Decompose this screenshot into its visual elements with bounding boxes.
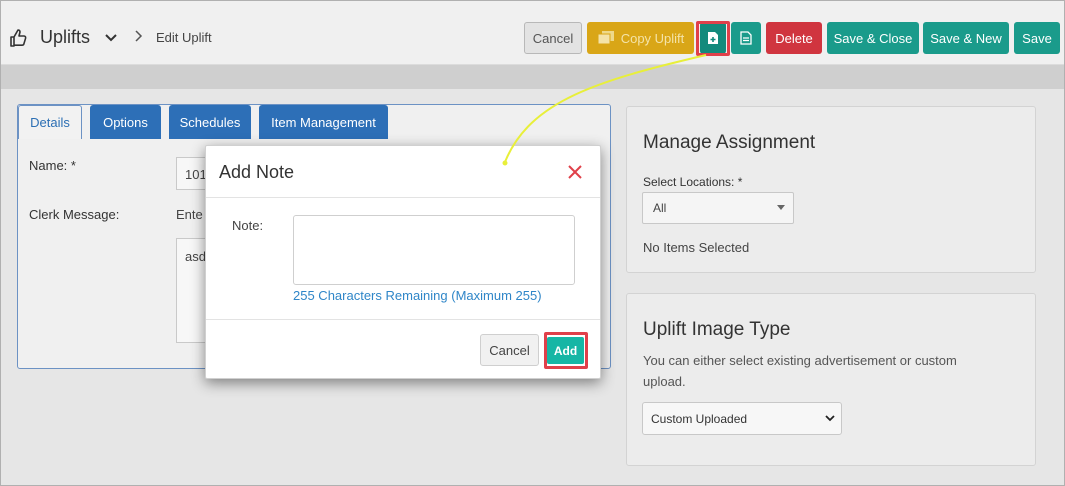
breadcrumb: Edit Uplift xyxy=(156,30,212,45)
locations-select-value: All xyxy=(653,201,667,215)
caret-down-icon xyxy=(777,205,785,210)
copy-uplift-button[interactable]: Copy Uplift xyxy=(587,22,694,54)
cancel-button[interactable]: Cancel xyxy=(524,22,582,54)
chevron-down-icon xyxy=(825,415,835,422)
note-label: Note: xyxy=(232,218,264,233)
no-items-text: No Items Selected xyxy=(643,240,750,255)
chevron-right-icon xyxy=(135,30,143,42)
copy-uplift-label: Copy Uplift xyxy=(620,30,685,46)
notes-list-button[interactable] xyxy=(731,22,761,54)
clerk-message-hint: Ente xyxy=(176,207,203,222)
dialog-cancel-button[interactable]: Cancel xyxy=(480,334,539,366)
locations-select[interactable]: All xyxy=(642,192,794,224)
add-note-dialog: Add Note Note: 255 Characters Remaining … xyxy=(205,145,601,379)
tab-options[interactable]: Options xyxy=(90,105,161,139)
image-type-description: You can either select existing advertise… xyxy=(643,353,957,389)
copy-icon xyxy=(597,31,614,45)
dialog-footer-divider xyxy=(206,319,600,320)
chevron-down-icon[interactable] xyxy=(104,32,118,44)
clerk-message-label: Clerk Message: xyxy=(29,207,120,222)
delete-button[interactable]: Delete xyxy=(766,22,822,54)
name-label: Name: * xyxy=(29,158,76,173)
image-type-title: Uplift Image Type xyxy=(643,319,791,340)
save-button[interactable]: Save xyxy=(1014,22,1060,54)
image-type-select-value: Custom Uploaded xyxy=(651,412,748,426)
thumbs-up-icon xyxy=(10,29,27,47)
characters-remaining: 255 Characters Remaining (Maximum 255) xyxy=(293,288,542,303)
manage-assignment-title: Manage Assignment xyxy=(643,132,816,153)
page-title: Uplifts xyxy=(40,27,91,47)
tab-schedules[interactable]: Schedules xyxy=(169,105,251,139)
manage-assignment-card: Manage Assignment Select Locations: * Al… xyxy=(626,106,1036,273)
save-close-button[interactable]: Save & Close xyxy=(827,22,919,54)
close-icon[interactable] xyxy=(567,164,583,180)
highlight-box xyxy=(696,21,730,56)
modal-backdrop xyxy=(1,65,1064,89)
uplift-image-type-card: Uplift Image Type You can either select … xyxy=(626,293,1036,466)
highlight-box xyxy=(544,332,588,369)
save-new-button[interactable]: Save & New xyxy=(923,22,1009,54)
tab-item-management[interactable]: Item Management xyxy=(259,105,388,139)
image-type-select[interactable]: Custom Uploaded xyxy=(642,402,842,435)
dialog-title: Add Note xyxy=(219,162,295,182)
dialog-header: Add Note xyxy=(206,146,600,198)
select-locations-label: Select Locations: * xyxy=(643,175,743,189)
tab-details[interactable]: Details xyxy=(18,105,82,139)
note-textarea[interactable] xyxy=(293,215,575,285)
document-icon xyxy=(740,31,752,45)
